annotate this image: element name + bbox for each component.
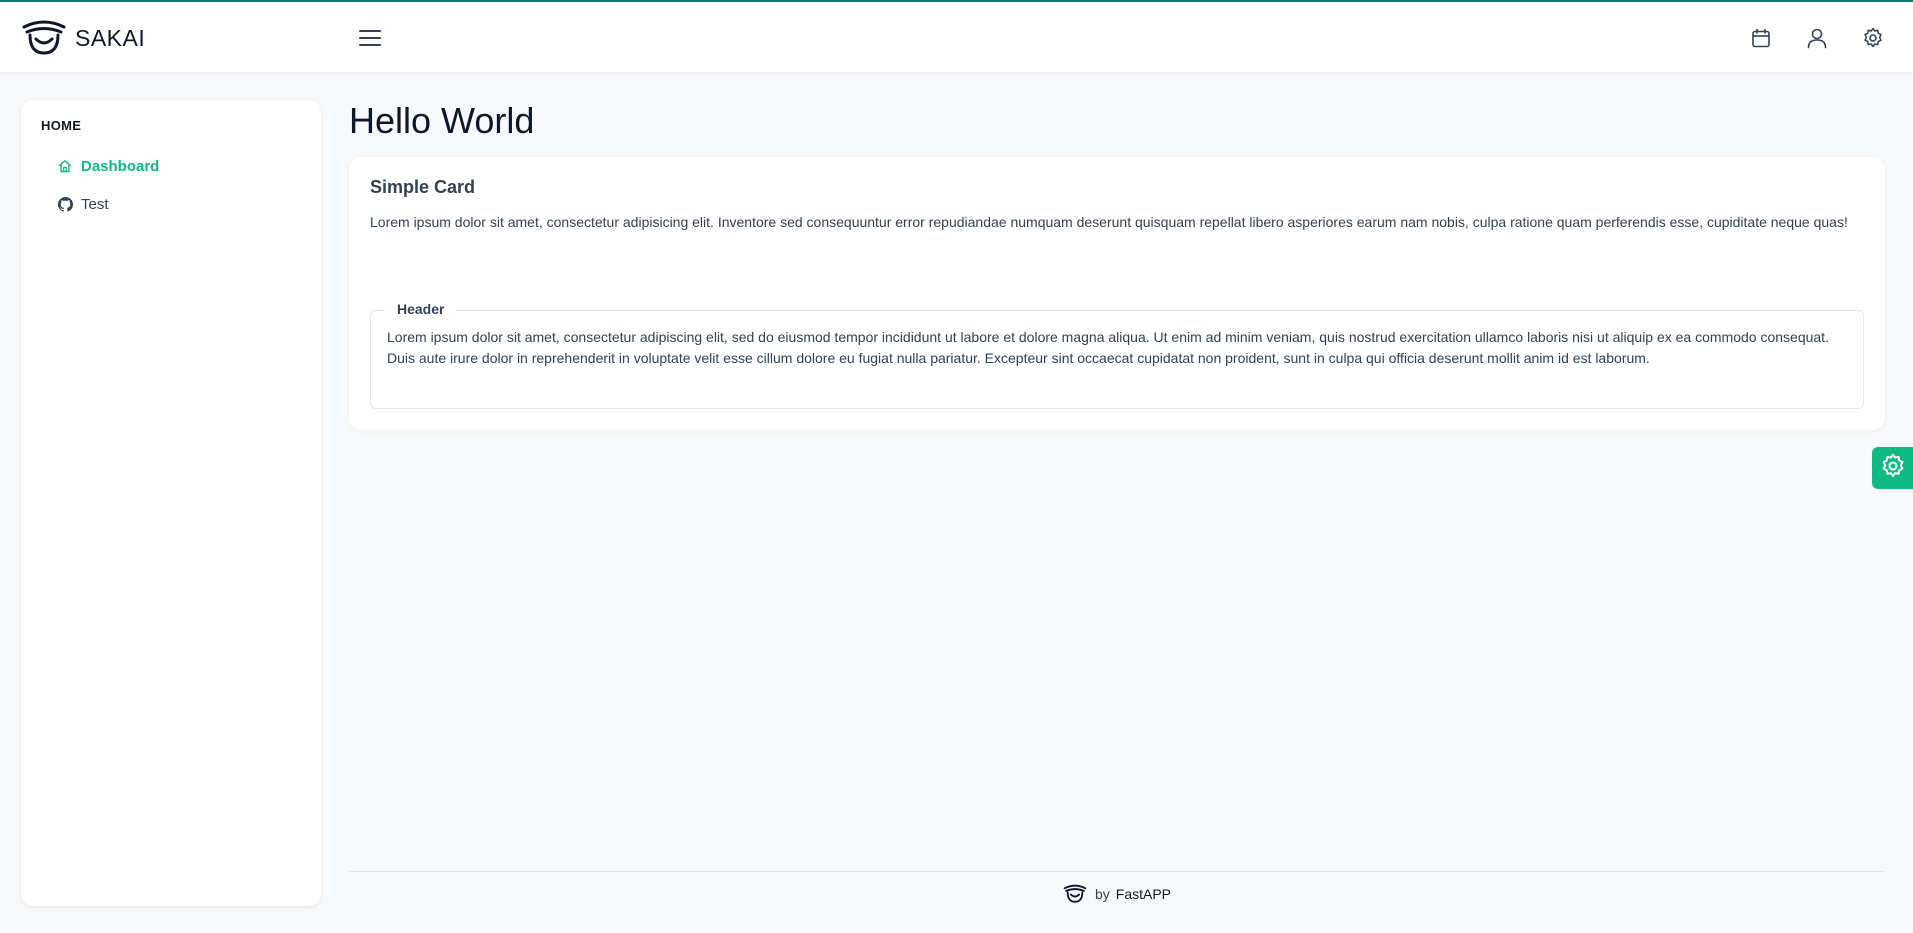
user-icon — [1806, 27, 1828, 54]
header-fieldset: Header Lorem ipsum dolor sit amet, conse… — [370, 301, 1864, 409]
sidebar-item-label: Dashboard — [81, 157, 160, 175]
sidebar-item-label: Test — [81, 195, 109, 213]
layout-config-button[interactable] — [1872, 447, 1913, 489]
footer: by FastAPP — [349, 871, 1885, 915]
sidebar-item-dashboard[interactable]: Dashboard — [41, 147, 301, 185]
footer-brand: FastAPP — [1115, 885, 1172, 902]
gear-icon — [1880, 453, 1906, 484]
home-icon — [57, 158, 73, 174]
calendar-icon — [1751, 28, 1771, 53]
menu-icon — [359, 29, 381, 52]
topbar-actions — [1725, 20, 1893, 60]
calendar-button[interactable] — [1741, 20, 1781, 60]
app-name: SAKAI — [75, 24, 146, 51]
fieldset-text: Lorem ipsum dolor sit amet, consectetur … — [387, 329, 1829, 366]
sidebar: HOME Dashboard Test — [21, 100, 321, 906]
github-icon — [57, 196, 73, 212]
menu-toggle-button[interactable] — [352, 22, 388, 58]
settings-button[interactable] — [1853, 20, 1893, 60]
topbar: SAKAI — [0, 0, 1913, 72]
sidebar-section-home: HOME — [41, 118, 82, 133]
logo-icon — [21, 19, 67, 57]
sidebar-item-test[interactable]: Test — [41, 185, 301, 223]
app-logo-link[interactable]: SAKAI — [21, 19, 145, 57]
profile-button[interactable] — [1797, 20, 1837, 60]
footer-logo-icon — [1063, 884, 1087, 904]
fieldset-legend: Header — [385, 301, 457, 317]
simple-card: Simple Card Lorem ipsum dolor sit amet, … — [349, 157, 1885, 430]
card-text: Lorem ipsum dolor sit amet, consectetur … — [370, 214, 1848, 230]
card-title: Simple Card — [370, 177, 476, 197]
page-title: Hello World — [349, 100, 535, 141]
settings-icon — [1862, 27, 1884, 54]
footer-by-text: by — [1094, 885, 1110, 902]
